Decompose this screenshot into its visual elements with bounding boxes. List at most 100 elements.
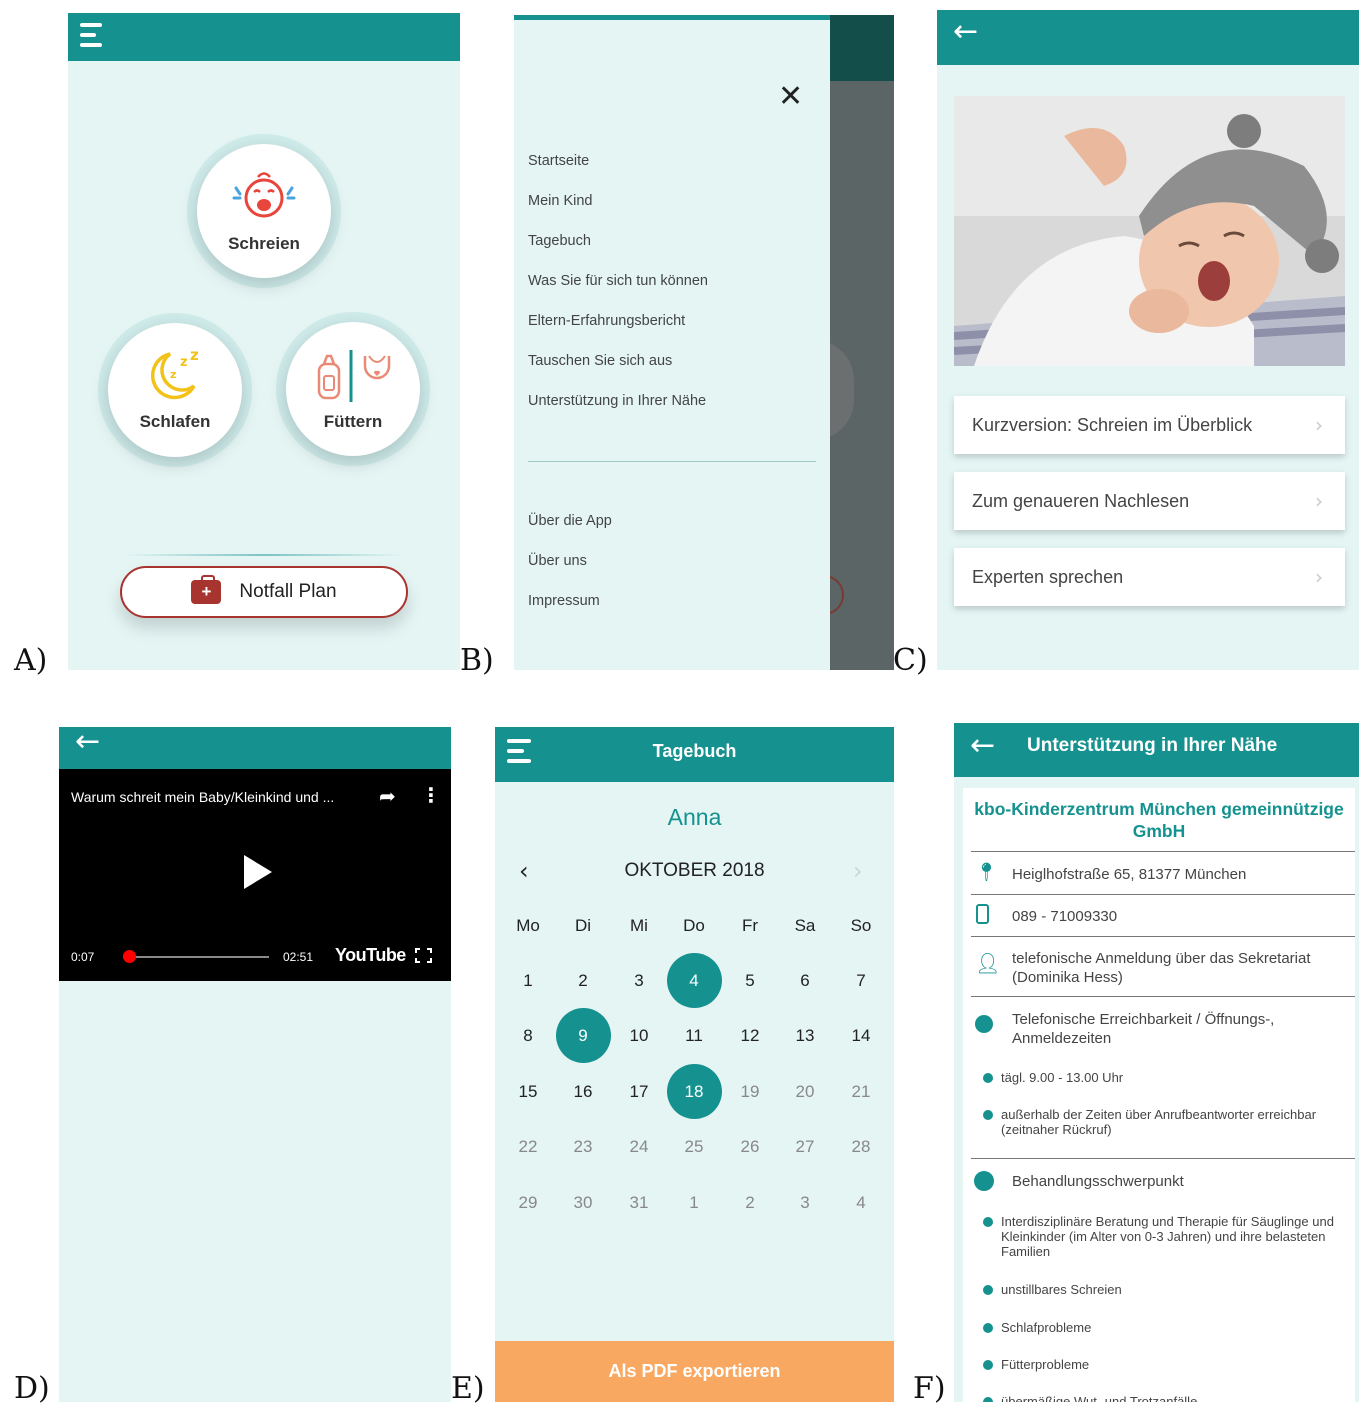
calendar-day[interactable]: 20 — [777, 1064, 833, 1120]
share-icon[interactable]: ➦ — [379, 784, 396, 808]
read-more-row-label: Zum genaueren Nachlesen — [972, 490, 1190, 511]
focus-item: Interdisziplinäre Beratung und Therapie … — [1001, 1214, 1334, 1259]
experts-row[interactable]: Experten sprechen › — [954, 548, 1345, 606]
clock-icon — [975, 1015, 993, 1033]
registration-info: telefonische Anmeldung über das Sekretar… — [1012, 950, 1311, 986]
panel-label-f: F) — [913, 1371, 946, 1406]
menu-item-about-us[interactable]: Über uns — [528, 553, 587, 569]
menu-item-my-child[interactable]: Mein Kind — [528, 193, 592, 209]
calendar-day[interactable]: 28 — [833, 1119, 889, 1175]
calendar-day[interactable]: 30 — [555, 1175, 611, 1231]
calendar-day[interactable]: 5 — [722, 953, 778, 1009]
calendar-day[interactable]: 11 — [666, 1008, 722, 1064]
calendar-day[interactable]: 3 — [777, 1175, 833, 1231]
calendar-day[interactable]: 4 — [833, 1175, 889, 1231]
bullet-icon — [983, 1397, 993, 1402]
play-icon[interactable] — [244, 855, 272, 889]
weekday-label: Sa — [794, 916, 816, 935]
first-aid-kit-icon — [191, 575, 222, 604]
calendar-day[interactable]: 12 — [722, 1008, 778, 1064]
calendar-day[interactable]: 15 — [500, 1064, 556, 1120]
youtube-logo[interactable]: YouTube — [335, 945, 406, 966]
calendar-day-number: 2 — [578, 971, 588, 990]
sleeping-button[interactable]: z z z Schlafen — [108, 323, 242, 457]
emergency-plan-button[interactable]: Notfall Plan — [120, 566, 408, 618]
calendar-day[interactable]: 13 — [777, 1008, 833, 1064]
screen-video: ← Warum schreit mein Baby/Kleinkind und … — [59, 727, 451, 1402]
export-pdf-button[interactable]: Als PDF exportieren — [495, 1341, 894, 1402]
calendar-day[interactable]: 7 — [833, 953, 889, 1009]
menu-divider — [528, 461, 816, 462]
more-options-icon[interactable]: ⋮ — [421, 783, 441, 807]
calendar-day[interactable]: 2 — [555, 953, 611, 1009]
menu-item-diary[interactable]: Tagebuch — [528, 233, 591, 249]
calendar-day[interactable]: 26 — [722, 1119, 778, 1175]
calendar-day-number: 31 — [629, 1192, 649, 1212]
bullet-icon — [983, 1217, 993, 1227]
phone-number[interactable]: 089 - 71009330 — [1012, 907, 1117, 926]
hamburger-icon[interactable] — [80, 23, 102, 53]
calendar-day-number: 26 — [740, 1137, 760, 1157]
summary-row[interactable]: Kurzversion: Schreien im Überblick › — [954, 396, 1345, 454]
fullscreen-icon[interactable] — [415, 948, 432, 963]
menu-item-self-care[interactable]: Was Sie für sich tun können — [528, 273, 708, 289]
calendar-day-number: 28 — [851, 1137, 871, 1157]
calendar-day[interactable]: 25 — [666, 1119, 722, 1175]
video-player[interactable]: Warum schreit mein Baby/Kleinkind und ..… — [59, 769, 451, 981]
read-more-row[interactable]: Zum genaueren Nachlesen › — [954, 472, 1345, 530]
calendar-day[interactable]: 8 — [500, 1008, 556, 1064]
divider — [971, 1158, 1355, 1159]
feeding-button[interactable]: Füttern — [286, 322, 420, 456]
calendar-day[interactable]: 24 — [611, 1119, 667, 1175]
seek-handle[interactable] — [122, 950, 136, 963]
menu-item-parent-report[interactable]: Eltern-Erfahrungsbericht — [528, 313, 685, 329]
crying-label: Schreien — [228, 234, 300, 253]
back-arrow-icon[interactable]: ← — [75, 727, 100, 757]
calendar-day[interactable]: 19 — [722, 1064, 778, 1120]
video-title: Warum schreit mein Baby/Kleinkind und ..… — [71, 789, 335, 805]
calendar-day-number: 23 — [573, 1137, 593, 1157]
moon-sleep-icon: z z z — [150, 348, 199, 400]
screen-diary: Tagebuch Anna ‹ OKTOBER 2018 › Mo Di Mi Do F… — [495, 727, 894, 1402]
calendar-day[interactable]: 16 — [555, 1064, 611, 1120]
menu-item-imprint[interactable]: Impressum — [528, 593, 600, 609]
calendar-day[interactable]: 9 — [555, 1008, 611, 1064]
calendar-day[interactable]: 22 — [500, 1119, 556, 1175]
screen-home: Schreien z z z Schlafen Füttern Notfall … — [68, 13, 460, 670]
calendar-day-number: 27 — [795, 1137, 815, 1157]
back-arrow-icon[interactable]: ← — [953, 17, 978, 47]
screen-crying-topic: ← Kurzversion: Schreien im Überblick › Z… — [937, 10, 1359, 670]
calendar-day[interactable]: 18 — [666, 1063, 722, 1120]
calendar-day[interactable]: 4 — [666, 953, 722, 1009]
calendar-day[interactable]: 21 — [833, 1064, 889, 1120]
chevron-right-icon[interactable]: › — [853, 857, 863, 885]
address[interactable]: Heiglhofstraße 65, 81377 München — [1012, 865, 1246, 884]
calendar-day[interactable]: 29 — [500, 1175, 556, 1231]
calendar-day[interactable]: 3 — [611, 953, 667, 1009]
seek-bar[interactable] — [123, 956, 269, 958]
calendar-day[interactable]: 23 — [555, 1119, 611, 1175]
menu-item-home[interactable]: Startseite — [528, 153, 589, 169]
calendar-day[interactable]: 2 — [722, 1175, 778, 1231]
menu-item-support-nearby[interactable]: Unterstützung in Ihrer Nähe — [528, 393, 706, 409]
calendar-day[interactable]: 10 — [611, 1008, 667, 1064]
weekday-label: Di — [574, 916, 592, 935]
calendar-day[interactable]: 27 — [777, 1119, 833, 1175]
calendar-day[interactable]: 6 — [777, 953, 833, 1009]
menu-item-exchange[interactable]: Tauschen Sie sich aus — [528, 353, 672, 369]
close-icon[interactable]: ✕ — [778, 82, 803, 112]
menu-item-about-app[interactable]: Über die App — [528, 513, 612, 529]
calendar-day-number: 24 — [629, 1137, 649, 1157]
bullet-icon — [983, 1360, 993, 1370]
calendar-day[interactable]: 1 — [500, 953, 556, 1009]
calendar-day-number: 1 — [689, 1192, 699, 1212]
focus-title: Behandlungsschwerpunkt — [1012, 1173, 1184, 1190]
calendar-day[interactable]: 17 — [611, 1064, 667, 1120]
person-icon: 👤︎ — [975, 951, 1001, 975]
calendar-day-number: 11 — [685, 1026, 703, 1046]
calendar-day[interactable]: 31 — [611, 1175, 667, 1231]
crying-button[interactable]: Schreien — [197, 144, 331, 278]
calendar-day[interactable]: 1 — [666, 1175, 722, 1231]
calendar-day[interactable]: 14 — [833, 1008, 889, 1064]
back-arrow-icon[interactable]: ← — [970, 731, 995, 761]
